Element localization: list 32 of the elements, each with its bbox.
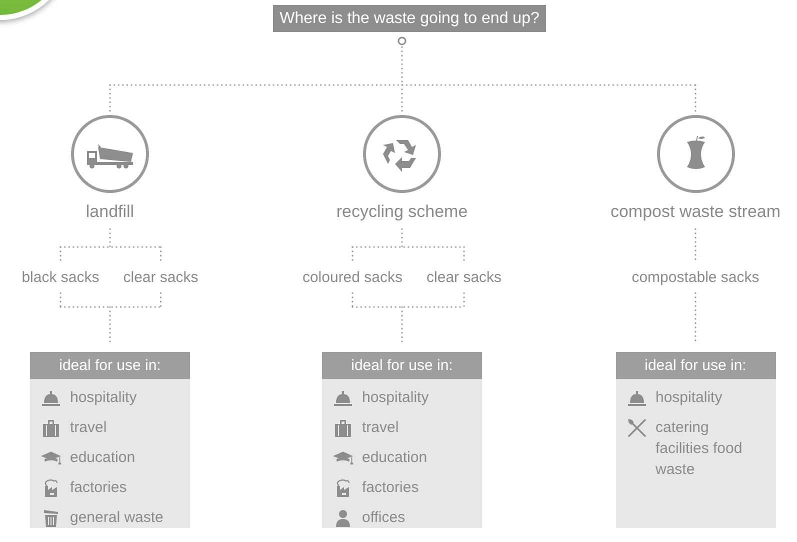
- use-item: factories: [70, 478, 127, 498]
- card-heading: ideal for use in:: [616, 352, 776, 379]
- sack-label: coloured sacks: [302, 268, 403, 288]
- destination-label: compost waste stream: [610, 201, 781, 223]
- cutlery-icon: [626, 418, 648, 438]
- use-item: offices: [362, 508, 406, 528]
- use-item: catering facilities food waste: [656, 418, 744, 480]
- destination-label: recycling scheme: [336, 201, 468, 223]
- sack-label: clear sacks: [426, 268, 502, 288]
- sack-label: compostable sacks: [632, 268, 760, 288]
- suitcase-icon: [333, 418, 353, 438]
- use-item: hospitality: [656, 388, 722, 408]
- suitcase-icon: [41, 418, 61, 438]
- card-heading: ideal for use in:: [30, 352, 190, 379]
- use-item: hospitality: [70, 388, 137, 408]
- question-heading: Where is the waste going to end up?: [272, 5, 546, 32]
- use-item: education: [70, 448, 136, 468]
- connector-node: [398, 36, 406, 46]
- sack-label: clear sacks: [123, 268, 198, 288]
- use-item: hospitality: [362, 388, 429, 408]
- card-heading: ideal for use in:: [322, 352, 482, 379]
- use-item: factories: [362, 478, 419, 498]
- bell-icon: [41, 388, 61, 408]
- sack-label: black sacks: [22, 268, 100, 288]
- person-icon: [333, 508, 353, 528]
- bell-icon: [626, 388, 646, 408]
- destination-label: landfill: [86, 201, 134, 223]
- use-item: travel: [70, 418, 107, 438]
- use-item: travel: [362, 418, 399, 438]
- use-item: general waste: [70, 508, 164, 528]
- bell-icon: [333, 388, 353, 408]
- use-item: education: [362, 448, 428, 468]
